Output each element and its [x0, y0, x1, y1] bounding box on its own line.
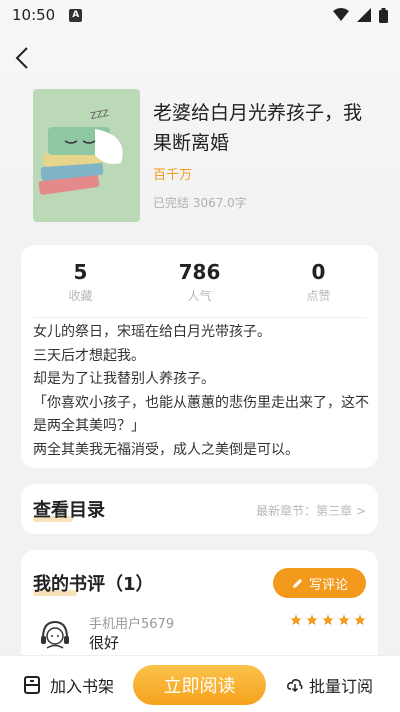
book-detail-page: 10:50 A ZZZ 老婆给白月光养孩子，我果断离婚 百千万 已完结 3067… — [0, 0, 400, 712]
write-review-button[interactable]: 写评论 — [273, 568, 366, 598]
divider — [33, 317, 366, 318]
book-title: 老婆给白月光养孩子，我果断离婚 — [153, 102, 363, 154]
stat-value: 5 — [73, 260, 88, 284]
stat-popularity: 786 人气 — [140, 259, 259, 304]
batch-subscribe-button[interactable]: 批量订阅 — [287, 673, 373, 697]
stat-likes[interactable]: 0 点赞 — [259, 259, 378, 304]
star-icon — [290, 614, 302, 625]
stat-value: 786 — [178, 260, 221, 284]
add-to-shelf-label: 加入书架 — [50, 677, 115, 696]
notification-icon: A — [69, 8, 83, 22]
book-info-card: 5 收藏 786 人气 0 点赞 女儿的祭日，宋瑶在给白月光带孩子。 三天后才想… — [21, 245, 378, 468]
stat-label: 收藏 — [68, 289, 93, 303]
back-button[interactable] — [8, 44, 36, 72]
star-icon — [338, 614, 350, 625]
stat-label: 点赞 — [306, 289, 331, 303]
bookshelf-icon — [24, 676, 40, 694]
stat-value: 0 — [311, 260, 326, 284]
table-of-contents-card[interactable]: 查看目录 最新章节：第三章 > — [21, 484, 378, 534]
chevron-left-icon — [15, 47, 28, 69]
add-to-shelf-button[interactable]: 加入书架 — [22, 673, 114, 697]
latest-chapter[interactable]: 最新章节：第三章 > — [256, 502, 366, 519]
signal-icon — [357, 8, 371, 22]
cover-illustration: ZZZ — [33, 89, 140, 222]
status-bar: 10:50 A — [0, 0, 400, 30]
battery-icon — [379, 7, 388, 23]
avatar[interactable] — [37, 616, 73, 652]
review-section-title: 我的书评（1） — [33, 574, 154, 595]
read-now-button[interactable]: 立即阅读 — [133, 665, 266, 705]
status-time: 10:50 — [12, 6, 56, 24]
book-author[interactable]: 百千万 — [153, 164, 192, 183]
stat-label: 人气 — [187, 289, 212, 303]
book-description: 女儿的祭日，宋瑶在给白月光带孩子。 三天后才想起我。 却是为了让我替别人养孩子。… — [33, 324, 369, 458]
book-cover[interactable]: ZZZ — [33, 89, 140, 222]
wifi-icon — [333, 8, 349, 21]
review-text: 很好 — [89, 634, 120, 652]
stats-row: 5 收藏 786 人气 0 点赞 — [21, 259, 378, 304]
bottom-action-bar: 加入书架 立即阅读 批量订阅 — [0, 655, 400, 712]
star-icon — [322, 614, 334, 625]
stat-favorites: 5 收藏 — [21, 259, 140, 304]
batch-subscribe-label: 批量订阅 — [309, 677, 374, 696]
review-username: 手机用户5679 — [89, 617, 175, 632]
pencil-icon — [292, 578, 303, 588]
write-review-label: 写评论 — [308, 577, 348, 593]
star-icon — [354, 614, 366, 625]
book-status: 已完结 3067.0字 — [153, 196, 247, 210]
toc-title: 查看目录 — [33, 500, 105, 521]
cloud-download-icon — [287, 679, 303, 693]
review-rating — [290, 614, 366, 626]
star-icon — [306, 614, 318, 625]
